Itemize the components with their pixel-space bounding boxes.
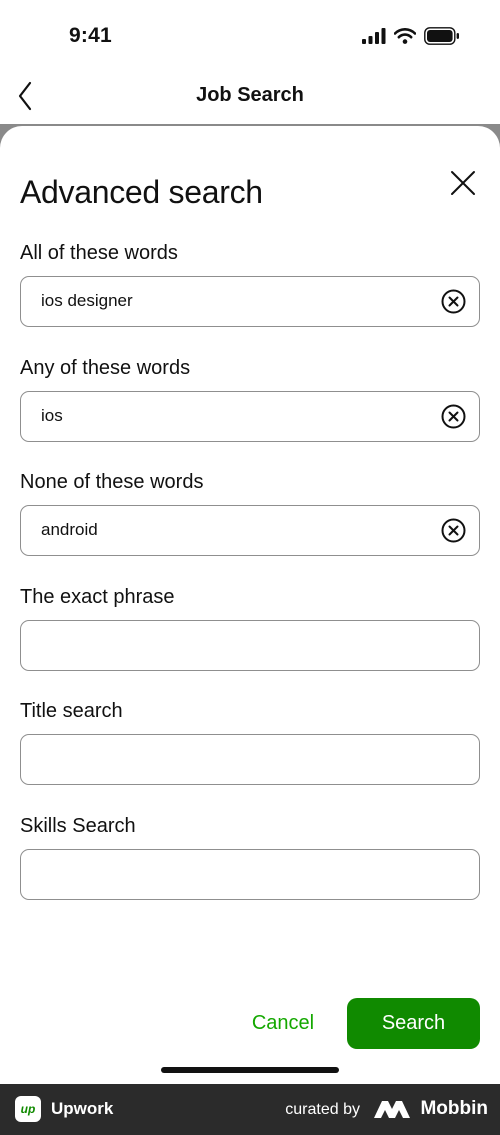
curated-by-label: curated by [285, 1101, 360, 1118]
all-words-clear-button[interactable] [441, 289, 466, 314]
all-words-input[interactable] [41, 277, 431, 325]
wifi-icon [393, 28, 417, 49]
app-name: Upwork [51, 1099, 114, 1118]
any-words-label: Any of these words [20, 357, 191, 379]
all-words-box [20, 276, 480, 327]
none-words-label: None of these words [20, 471, 204, 493]
none-words-clear-button[interactable] [441, 518, 466, 543]
advanced-search-sheet: Advanced search All of these words Any [0, 126, 500, 1084]
nav-header: Job Search [0, 72, 500, 124]
title-search-field: Title search [20, 697, 480, 785]
clear-circle-icon [441, 404, 466, 429]
branding-bar: up Upwork curated by Mobbin [0, 1084, 500, 1135]
none-words-box [20, 505, 480, 556]
exact-phrase-box [20, 620, 480, 671]
title-search-label: Title search [20, 700, 123, 722]
status-icons [362, 27, 460, 50]
battery-icon [424, 27, 460, 50]
sheet-title: Advanced search [20, 174, 263, 210]
skills-search-field: Skills Search [20, 812, 480, 900]
exact-phrase-field: The exact phrase [20, 583, 480, 671]
all-words-label: All of these words [20, 242, 178, 264]
any-words-clear-button[interactable] [441, 404, 466, 429]
page-title: Job Search [196, 84, 304, 106]
status-time: 9:41 [69, 24, 112, 47]
cancel-button[interactable]: Cancel [236, 998, 330, 1048]
none-words-field: None of these words [20, 468, 480, 556]
exact-phrase-input[interactable] [41, 621, 431, 669]
cellular-signal-icon [362, 28, 386, 49]
any-words-box [20, 391, 480, 442]
status-bar: 9:41 [0, 0, 500, 72]
all-words-field: All of these words [20, 239, 480, 327]
close-icon [451, 171, 475, 195]
skills-search-label: Skills Search [20, 815, 136, 837]
home-indicator [161, 1067, 339, 1073]
any-words-input[interactable] [41, 392, 431, 440]
advanced-search-screen: 9:41 Job Search Advanced search All of t… [0, 0, 500, 1135]
upwork-logo-icon: up [15, 1096, 41, 1122]
clear-circle-icon [441, 289, 466, 314]
any-words-field: Any of these words [20, 354, 480, 442]
skills-search-input[interactable] [41, 850, 431, 898]
skills-search-box [20, 849, 480, 900]
none-words-input[interactable] [41, 506, 431, 554]
search-button[interactable]: Search [347, 998, 480, 1049]
title-search-input[interactable] [41, 735, 431, 783]
mobbin-logo-icon [374, 1099, 412, 1124]
clear-circle-icon [441, 518, 466, 543]
exact-phrase-label: The exact phrase [20, 586, 175, 608]
title-search-box [20, 734, 480, 785]
upwork-logo-text: up [20, 1102, 36, 1116]
curator-name: Mobbin [420, 1098, 488, 1119]
close-button[interactable] [448, 168, 478, 198]
